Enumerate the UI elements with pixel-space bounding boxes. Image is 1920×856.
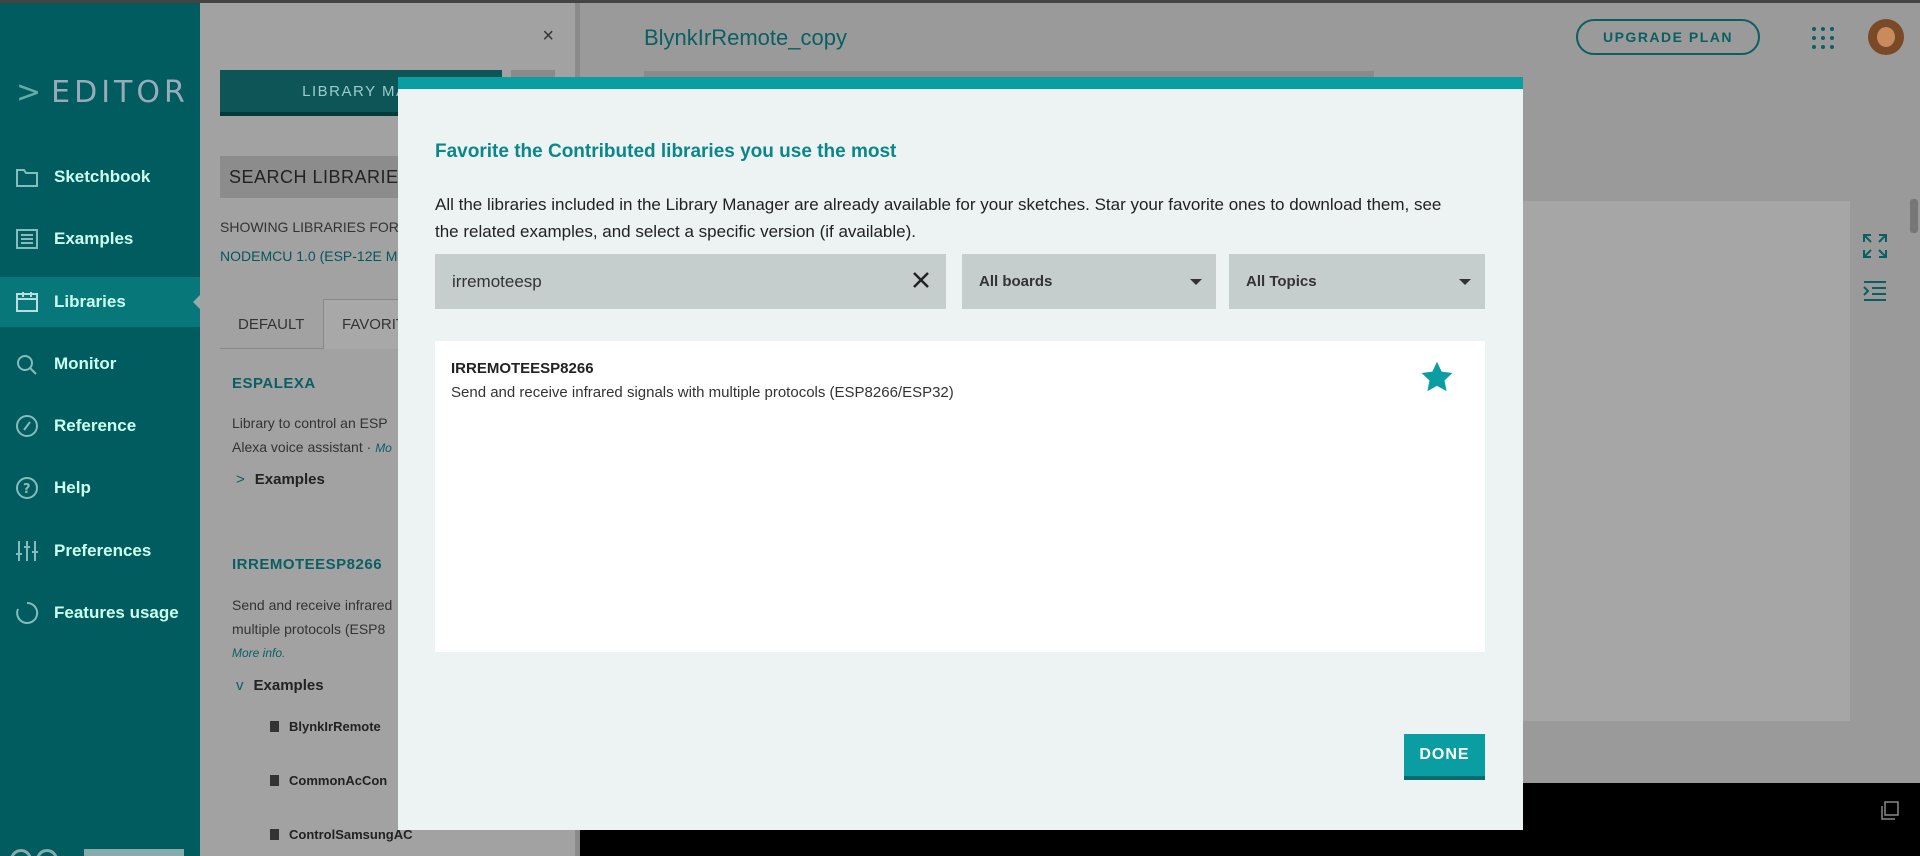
nav-label: Help xyxy=(54,478,91,497)
showing-label: SHOWING LIBRARIES FOR xyxy=(220,219,399,235)
chevron-right-icon: > xyxy=(16,75,46,110)
nav-item-features-usage[interactable]: Features usage xyxy=(0,588,200,638)
boards-select[interactable]: All boards xyxy=(962,254,1216,309)
file-icon xyxy=(270,775,279,786)
nav-item-examples[interactable]: Examples xyxy=(0,214,200,264)
editor-scrollbar[interactable] xyxy=(1910,199,1918,233)
apps-grid-icon[interactable] xyxy=(1812,27,1834,49)
chevron-down-icon: v xyxy=(236,677,244,694)
close-icon[interactable]: × xyxy=(542,25,554,48)
side-nav: > EDITOR Sketchbook Examples Libraries Mo… xyxy=(0,0,201,856)
folder-icon xyxy=(14,164,40,190)
expand-icon[interactable] xyxy=(1862,233,1888,264)
avatar[interactable] xyxy=(1868,19,1904,55)
list-icon xyxy=(14,226,40,252)
library-name[interactable]: IRREMOTEESP8266 xyxy=(232,556,382,573)
tab-default[interactable]: DEFAULT xyxy=(220,299,322,349)
more-info-link[interactable]: Mo xyxy=(375,441,392,455)
nav-item-preferences[interactable]: Preferences xyxy=(0,526,200,576)
file-icon xyxy=(270,721,279,732)
nav-item-reference[interactable]: Reference xyxy=(0,401,200,451)
result-library-desc: Send and receive infrared signals with m… xyxy=(451,384,954,401)
sketch-title[interactable]: BlynkIrRemote_copy xyxy=(644,25,847,51)
example-file[interactable]: CommonAcCon xyxy=(270,773,387,788)
star-icon[interactable] xyxy=(1419,359,1455,395)
results-list: IRREMOTEESP8266 Send and receive infrare… xyxy=(435,341,1485,652)
copy-icon[interactable] xyxy=(1880,801,1900,826)
nav-item-help[interactable]: ? Help xyxy=(0,463,200,513)
chevron-right-icon: > xyxy=(236,471,245,488)
favorite-libraries-modal: Favorite the Contributed libraries you u… xyxy=(398,77,1523,830)
library-desc: Send and receive infrared multiple proto… xyxy=(232,597,393,637)
library-search-input[interactable]: irremoteesp xyxy=(435,254,946,309)
topics-select[interactable]: All Topics xyxy=(1229,254,1485,309)
nav-label: Monitor xyxy=(54,354,117,373)
compass-icon xyxy=(14,413,40,439)
nav-label: Features usage xyxy=(54,603,179,622)
library-icon xyxy=(14,289,40,315)
nav-label: Reference xyxy=(54,416,137,435)
sliders-icon xyxy=(14,538,40,564)
done-button[interactable]: DONE xyxy=(1404,734,1485,780)
examples-toggle[interactable]: v Examples xyxy=(236,677,324,694)
caret-down-icon xyxy=(1190,279,1202,285)
nav-item-libraries[interactable]: Libraries xyxy=(0,277,201,327)
nav-label: Libraries xyxy=(54,292,126,311)
nav-item-monitor[interactable]: Monitor xyxy=(0,339,200,389)
more-info-link[interactable]: More info. xyxy=(232,641,285,665)
arduino-logo xyxy=(10,849,184,856)
file-icon xyxy=(270,829,279,840)
nav-label: Sketchbook xyxy=(54,167,151,186)
clear-search-icon[interactable] xyxy=(908,267,934,293)
nav-label: Preferences xyxy=(54,541,152,560)
examples-toggle[interactable]: > Examples xyxy=(236,471,325,488)
nav-label: Examples xyxy=(54,229,134,248)
modal-heading: Favorite the Contributed libraries you u… xyxy=(435,141,897,162)
nav-item-sketchbook[interactable]: Sketchbook xyxy=(0,152,200,202)
svg-text:?: ? xyxy=(23,482,31,497)
editor-brand: > EDITOR xyxy=(16,75,189,110)
modal-description: All the libraries included in the Librar… xyxy=(435,195,1442,241)
library-desc: Library to control an ESP Alexa voice as… xyxy=(232,415,392,455)
upgrade-plan-button[interactable]: UPGRADE PLAN xyxy=(1576,19,1760,55)
monitor-icon xyxy=(14,351,40,377)
help-icon: ? xyxy=(14,475,40,501)
example-file[interactable]: ControlSamsungAC xyxy=(270,827,413,842)
indent-icon[interactable] xyxy=(1862,279,1888,308)
result-library-name: IRREMOTEESP8266 xyxy=(451,360,594,377)
caret-down-icon xyxy=(1459,279,1471,285)
example-file[interactable]: BlynkIrRemote xyxy=(270,719,381,734)
board-link[interactable]: NODEMCU 1.0 (ESP-12E M xyxy=(220,248,397,264)
usage-icon xyxy=(14,600,40,626)
library-name[interactable]: ESPALEXA xyxy=(232,375,316,392)
